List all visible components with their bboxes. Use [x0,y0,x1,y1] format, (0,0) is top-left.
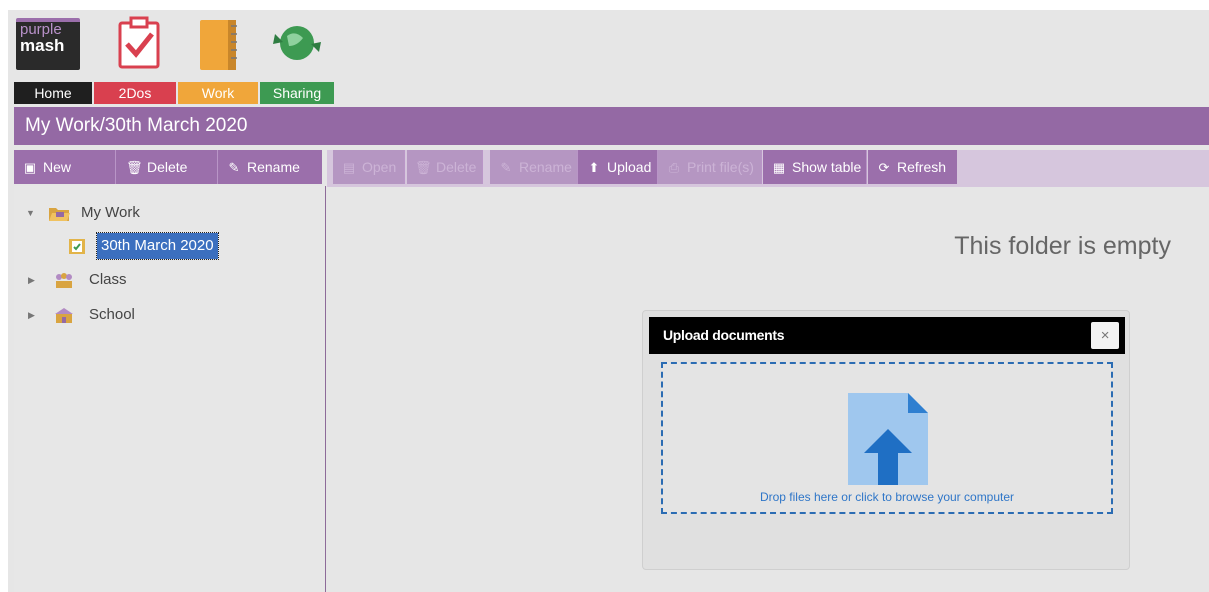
upload-dialog-title: Upload documents [663,327,785,343]
notebook-icon [200,20,237,70]
nav-2dos-label: 2Dos [94,82,176,104]
nav-work[interactable]: Work [178,16,258,104]
close-icon[interactable]: × [1091,322,1119,349]
folder-tree: ▼ My Work 30th March 2020 ▶ Class ▶ Scho… [14,186,326,592]
rename-file-label: Rename [519,159,572,175]
open-file-button[interactable]: ▤ Open [333,150,405,184]
globe-share-icon [273,26,321,60]
show-table-button[interactable]: ▦ Show table [763,150,867,184]
nav-home-label: Home [14,82,92,104]
tree-label-class: Class [89,271,127,288]
nav-2dos[interactable]: 2Dos [94,16,176,104]
pencil-icon: ✎ [228,160,240,175]
upload-file-icon [848,393,928,485]
refresh-button[interactable]: ⟳ Refresh [868,150,957,184]
print-files-button[interactable]: ⎙ Print file(s) [658,150,762,184]
folder-toolbar: ▣ New 🗑 Delete ✎ Rename [14,150,322,184]
clipboard-check-icon [118,16,160,69]
trash-icon: 🗑 [126,160,143,175]
file-drop-zone[interactable]: Drop files here or click to browse your … [661,362,1113,514]
logo-text-bottom: mash [20,36,65,55]
nav-sharing-label: Sharing [260,82,334,104]
school-building-icon [55,308,73,323]
new-folder-button[interactable]: ▣ New [14,150,116,184]
file-icon: ▤ [342,160,356,175]
tree-item-school[interactable]: ▶ School [14,302,314,328]
delete-folder-label: Delete [147,159,188,175]
assignment-folder-icon [69,239,85,254]
upload-dialog: Upload documents × Drop files here or cl… [642,310,1130,570]
new-folder-icon: ▣ [23,160,37,175]
tree-item-my-work[interactable]: ▼ My Work [14,200,314,226]
print-files-label: Print file(s) [687,159,754,175]
open-file-label: Open [362,159,397,175]
delete-file-label: Delete [436,159,477,175]
expand-right-icon: ▶ [28,310,35,320]
trash-icon: 🗑 [415,160,432,175]
printer-icon: ⎙ [668,160,680,175]
refresh-label: Refresh [897,159,947,175]
expand-right-icon: ▶ [28,275,35,285]
table-icon: ▦ [772,160,786,175]
show-table-label: Show table [792,159,862,175]
tree-label-30th-march-2020: 30th March 2020 [96,232,219,260]
drop-instructions: Drop files here or click to browse your … [759,490,1015,504]
tree-item-class[interactable]: ▶ Class [14,267,314,293]
expand-down-icon: ▼ [26,208,35,218]
upload-arrow-icon: ⬆ [588,160,600,175]
upload-dialog-header: Upload documents × [649,317,1125,354]
empty-folder-message: This folder is empty [954,232,1171,260]
new-folder-label: New [43,159,72,175]
open-folder-icon [49,208,70,221]
rename-folder-button[interactable]: ✎ Rename [218,150,322,184]
upload-label: Upload [607,159,652,175]
breadcrumb: My Work/30th March 2020 [14,107,1209,145]
tree-label-school: School [89,306,135,323]
refresh-icon: ⟳ [878,160,890,175]
delete-file-button[interactable]: 🗑 Delete [407,150,483,184]
rename-file-button[interactable]: ✎ Rename [490,150,578,184]
tree-label-my-work: My Work [81,204,140,221]
file-toolbar: ▤ Open 🗑 Delete ✎ Rename ⬆ Upload ⎙ Print fil… [327,150,1209,187]
tree-item-30th-march-2020[interactable]: 30th March 2020 [14,232,314,260]
pencil-icon: ✎ [500,160,512,175]
purple-mash-logo: purple mash [16,18,80,70]
nav-home[interactable]: purple mash Home [14,16,92,104]
nav-sharing[interactable]: Sharing [260,16,334,104]
upload-button[interactable]: ⬆ Upload [578,150,658,184]
rename-folder-label: Rename [247,159,300,175]
delete-folder-button[interactable]: 🗑 Delete [116,150,218,184]
nav-work-label: Work [178,82,258,104]
class-group-icon [56,273,72,288]
